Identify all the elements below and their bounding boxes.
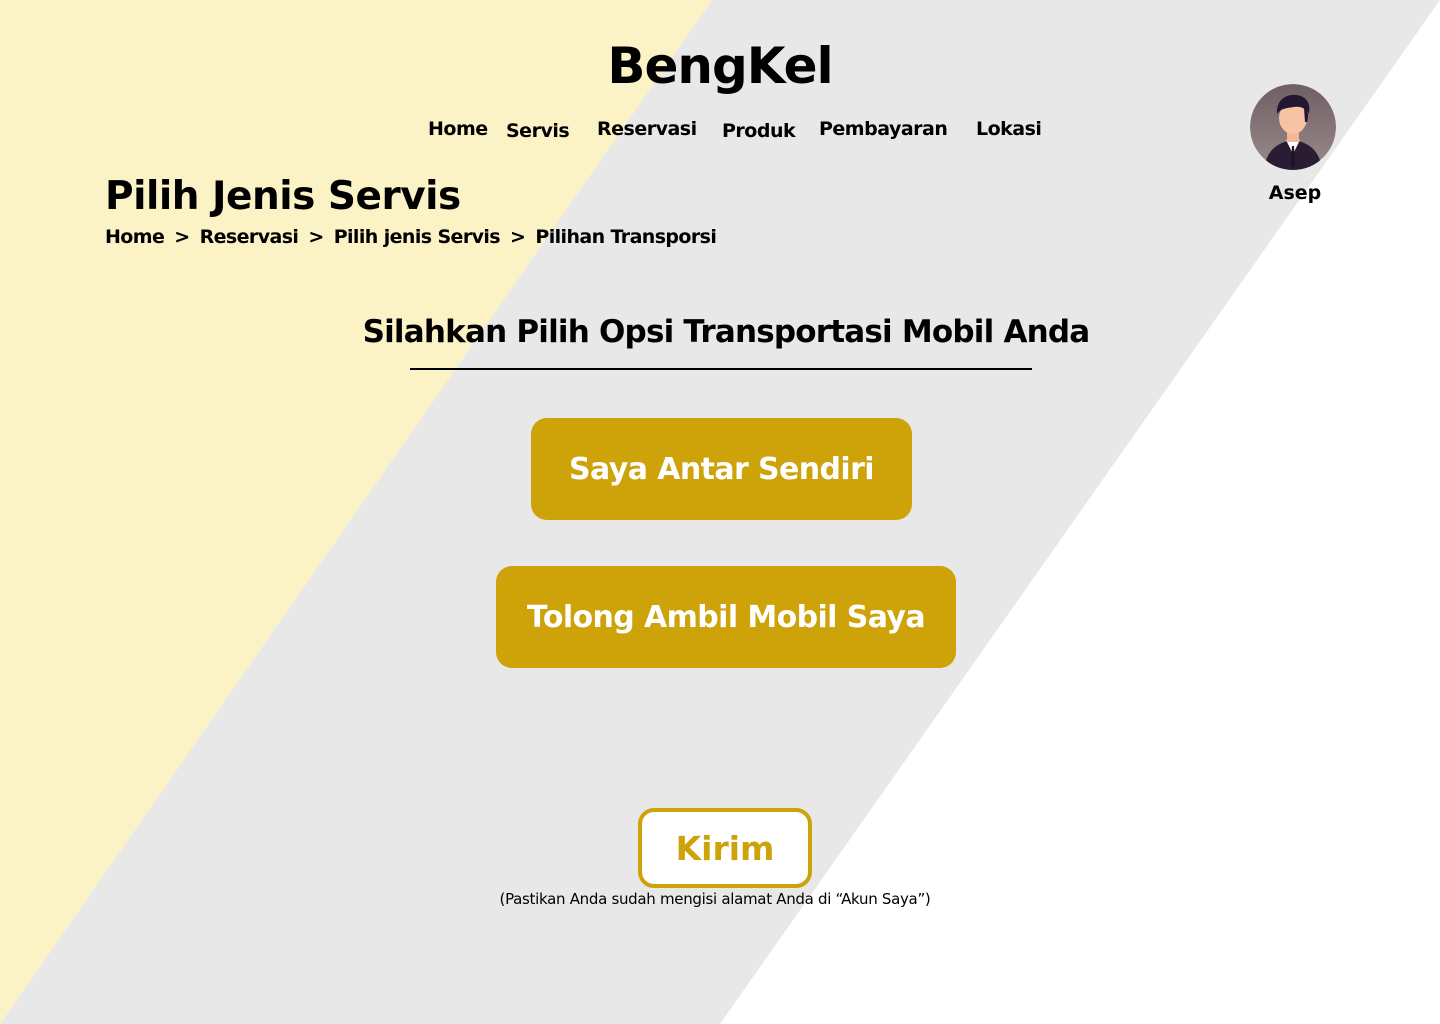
nav-item-produk[interactable]: Produk xyxy=(722,120,796,142)
transport-option-heading: Silahkan Pilih Opsi Transportasi Mobil A… xyxy=(362,314,1091,350)
nav-item-pembayaran[interactable]: Pembayaran xyxy=(819,118,948,140)
breadcrumb-separator: > xyxy=(308,226,324,248)
car-pickup-button[interactable]: Tolong Ambil Mobil Saya xyxy=(496,566,956,668)
nav-item-reservasi[interactable]: Reservasi xyxy=(597,118,697,140)
page-title: Pilih Jenis Servis xyxy=(105,174,461,219)
site-logo[interactable]: BengKel xyxy=(0,36,1440,96)
breadcrumb-separator: > xyxy=(510,226,526,248)
breadcrumb-home[interactable]: Home xyxy=(105,226,165,248)
heading-underline xyxy=(410,368,1032,370)
breadcrumb-pilih-jenis-servis[interactable]: Pilih jenis Servis xyxy=(334,226,501,248)
user-avatar-icon xyxy=(1250,84,1336,170)
user-name[interactable]: Asep xyxy=(1240,182,1350,204)
self-dropoff-button[interactable]: Saya Antar Sendiri xyxy=(531,418,912,520)
breadcrumb-pilihan-transporsi: Pilihan Transporsi xyxy=(535,226,717,248)
nav-item-home[interactable]: Home xyxy=(428,118,488,140)
nav-item-lokasi[interactable]: Lokasi xyxy=(976,118,1042,140)
submit-button[interactable]: Kirim xyxy=(638,808,812,888)
breadcrumb-separator: > xyxy=(174,226,190,248)
user-avatar[interactable] xyxy=(1250,84,1336,170)
address-note: (Pastikan Anda sudah mengisi alamat Anda… xyxy=(499,890,931,908)
nav-item-servis[interactable]: Servis xyxy=(506,120,570,142)
breadcrumb-reservasi[interactable]: Reservasi xyxy=(200,226,299,248)
breadcrumb: Home > Reservasi > Pilih jenis Servis > … xyxy=(105,226,717,248)
